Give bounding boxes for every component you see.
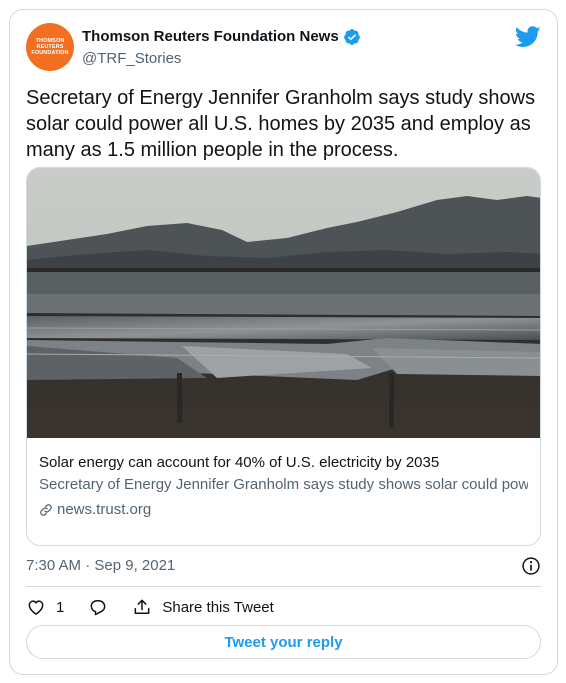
info-icon[interactable] (521, 556, 541, 576)
share-label: Share this Tweet (162, 598, 274, 616)
tweet-reply-button[interactable]: Tweet your reply (26, 625, 541, 659)
reply-action-button[interactable] (88, 597, 108, 617)
tweet-timestamp[interactable]: 7:30 AM · Sep 9, 2021 (26, 557, 175, 574)
author-handle[interactable]: @TRF_Stories (82, 49, 361, 69)
card-title[interactable]: Solar energy can account for 40% of U.S.… (39, 453, 528, 473)
verified-badge-icon (343, 29, 360, 45)
tweet-meta: 7:30 AM · Sep 9, 2021 (26, 555, 541, 577)
like-button[interactable]: 1 (26, 597, 64, 617)
avatar-logo-text: THOMSON REUTERS FOUNDATION (31, 38, 69, 56)
card-domain-text[interactable]: news.trust.org (57, 500, 151, 520)
like-count: 1 (56, 598, 65, 616)
avatar[interactable]: THOMSON REUTERS FOUNDATION (26, 23, 74, 71)
share-icon (134, 599, 150, 614)
card-image-solar-farm[interactable] (27, 168, 541, 438)
author-display-name[interactable]: Thomson Reuters Foundation News (82, 27, 339, 47)
twitter-bird-icon[interactable] (515, 26, 541, 48)
heart-icon (28, 600, 44, 615)
tweet-text: Secretary of Energy Jennifer Granholm sa… (26, 87, 536, 161)
card-domain[interactable]: news.trust.org (39, 500, 528, 520)
share-button[interactable]: Share this Tweet (132, 597, 274, 617)
divider (26, 586, 541, 587)
author-name-row[interactable]: Thomson Reuters Foundation News (82, 27, 361, 47)
author-names: Thomson Reuters Foundation News @TRF_Sto… (82, 27, 361, 69)
tweet-header: THOMSON REUTERS FOUNDATION Thomson Reute… (26, 23, 541, 73)
tweet-card: THOMSON REUTERS FOUNDATION Thomson Reute… (9, 9, 558, 675)
reply-icon (90, 600, 106, 616)
link-preview-card[interactable]: Solar energy can account for 40% of U.S.… (26, 167, 541, 546)
card-description: Secretary of Energy Jennifer Granholm sa… (39, 476, 528, 493)
card-body: Solar energy can account for 40% of U.S.… (39, 453, 528, 520)
link-icon (40, 504, 52, 516)
tweet-actions: 1 Share this Tweet (26, 595, 541, 619)
